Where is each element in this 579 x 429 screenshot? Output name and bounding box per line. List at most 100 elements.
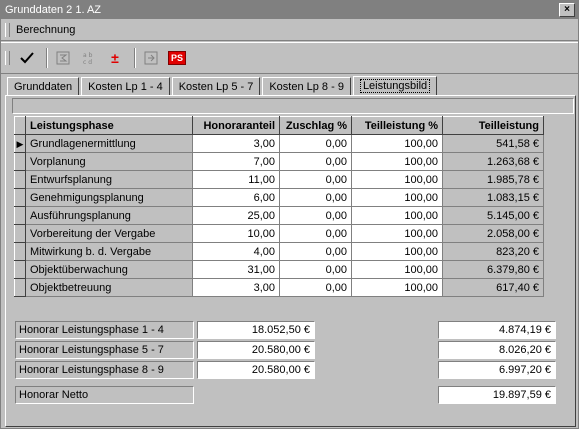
cell-teilleistung-pct[interactable]: 100,00 bbox=[351, 152, 443, 171]
app-window: Grunddaten 2 1. AZ × Berechnung a bc d ±… bbox=[0, 0, 579, 429]
row-indicator bbox=[14, 242, 26, 261]
col-leistungsphase[interactable]: Leistungsphase bbox=[25, 116, 193, 135]
col-teilleistung[interactable]: Teilleistung bbox=[442, 116, 544, 135]
col-teilleistung-pct[interactable]: Teilleistung % bbox=[351, 116, 443, 135]
cell-phase: Ausführungsplanung bbox=[25, 206, 193, 225]
cell-phase: Objektbetreuung bbox=[25, 278, 193, 297]
cell-teilleistung-pct[interactable]: 100,00 bbox=[351, 170, 443, 189]
calc-disabled-icon bbox=[56, 51, 70, 65]
cell-zuschlag[interactable]: 0,00 bbox=[279, 278, 352, 297]
table-row[interactable]: Ausführungsplanung 25,00 0,00 100,00 5.1… bbox=[14, 206, 544, 225]
current-row-indicator: ▶ bbox=[14, 134, 26, 153]
table-row[interactable]: Entwurfsplanung 11,00 0,00 100,00 1.985,… bbox=[14, 170, 544, 189]
export-disabled-icon bbox=[144, 51, 158, 65]
tab-panel: Leistungsphase Honoraranteil Zuschlag % … bbox=[5, 95, 576, 427]
label-honorar-lp-5-7: Honorar Leistungsphase 5 - 7 bbox=[15, 341, 194, 359]
label-honorar-lp-1-4: Honorar Leistungsphase 1 - 4 bbox=[15, 321, 194, 339]
label-honorar-netto: Honorar Netto bbox=[15, 386, 194, 404]
tab-leistungsbild[interactable]: Leistungsbild bbox=[352, 76, 438, 96]
field-honorar-lp-5-7: 8.026,20 € bbox=[438, 341, 556, 359]
toolbar-separator bbox=[46, 48, 48, 68]
edit-disabled-icon: a bc d bbox=[83, 52, 93, 66]
cell-honoraranteil[interactable]: 31,00 bbox=[192, 260, 280, 279]
cell-phase: Vorbereitung der Vergabe bbox=[25, 224, 193, 243]
menu-berechnung[interactable]: Berechnung bbox=[16, 24, 75, 36]
cell-zuschlag[interactable]: 0,00 bbox=[279, 188, 352, 207]
cell-honoraranteil[interactable]: 11,00 bbox=[192, 170, 280, 189]
table-row[interactable]: Genehmigungsplanung 6,00 0,00 100,00 1.0… bbox=[14, 188, 544, 207]
table-row[interactable]: Vorbereitung der Vergabe 10,00 0,00 100,… bbox=[14, 224, 544, 243]
cell-zuschlag[interactable]: 0,00 bbox=[279, 152, 352, 171]
row-indicator bbox=[14, 170, 26, 189]
window-title: Grunddaten 2 1. AZ bbox=[5, 4, 102, 16]
table-row[interactable]: Mitwirkung b. d. Vergabe 4,00 0,00 100,0… bbox=[14, 242, 544, 261]
row-pointer-icon: ▶ bbox=[16, 138, 24, 149]
tab-kosten-lp-8-9[interactable]: Kosten Lp 8 - 9 bbox=[262, 77, 351, 96]
toolbar-grip bbox=[5, 51, 10, 65]
toolbar: a bc d ± PS bbox=[1, 42, 578, 74]
row-indicator bbox=[14, 188, 26, 207]
cell-zuschlag[interactable]: 0,00 bbox=[279, 134, 352, 153]
menu-bar: Berechnung bbox=[1, 20, 578, 41]
ps-button[interactable]: PS bbox=[166, 47, 188, 69]
cell-zuschlag[interactable]: 0,00 bbox=[279, 242, 352, 261]
table-row[interactable]: ▶ Grundlagenermittlung 3,00 0,00 100,00 … bbox=[14, 134, 544, 153]
cell-honoraranteil[interactable]: 6,00 bbox=[192, 188, 280, 207]
cell-teilleistung-pct[interactable]: 100,00 bbox=[351, 260, 443, 279]
field-honorar-netto: 19.897,59 € bbox=[438, 386, 556, 404]
cell-honoraranteil[interactable]: 3,00 bbox=[192, 278, 280, 297]
cell-teilleistung: 617,40 € bbox=[442, 278, 544, 297]
tab-bar: Grunddaten Kosten Lp 1 - 4 Kosten Lp 5 -… bbox=[7, 76, 439, 96]
tab-kosten-lp-5-7[interactable]: Kosten Lp 5 - 7 bbox=[171, 77, 261, 96]
confirm-button[interactable] bbox=[16, 47, 38, 69]
cell-honoraranteil[interactable]: 10,00 bbox=[192, 224, 280, 243]
calc-button[interactable] bbox=[52, 47, 74, 69]
cell-teilleistung-pct[interactable]: 100,00 bbox=[351, 188, 443, 207]
cell-teilleistung: 541,58 € bbox=[442, 134, 544, 153]
toolbar-separator bbox=[134, 48, 136, 68]
field-honorar-lp-8-9: 6.997,20 € bbox=[438, 361, 556, 379]
cell-phase: Vorplanung bbox=[25, 152, 193, 171]
tab-label: Grunddaten bbox=[14, 80, 73, 93]
table-row[interactable]: Objektbetreuung 3,00 0,00 100,00 617,40 … bbox=[14, 278, 544, 297]
cell-teilleistung: 823,20 € bbox=[442, 242, 544, 261]
field-honorar-lp-1-4: 4.874,19 € bbox=[438, 321, 556, 339]
title-bar: Grunddaten 2 1. AZ × bbox=[1, 1, 578, 19]
cell-zuschlag[interactable]: 0,00 bbox=[279, 224, 352, 243]
cell-honoraranteil[interactable]: 4,00 bbox=[192, 242, 280, 261]
svg-text:c d: c d bbox=[83, 59, 92, 66]
tab-label: Kosten Lp 8 - 9 bbox=[269, 80, 344, 93]
cell-teilleistung-pct[interactable]: 100,00 bbox=[351, 206, 443, 225]
row-indicator bbox=[14, 206, 26, 225]
cell-teilleistung-pct[interactable]: 100,00 bbox=[351, 242, 443, 261]
cell-honoraranteil[interactable]: 3,00 bbox=[192, 134, 280, 153]
row-indicator-header bbox=[14, 116, 26, 135]
cell-zuschlag[interactable]: 0,00 bbox=[279, 170, 352, 189]
export-button[interactable] bbox=[140, 47, 162, 69]
cell-zuschlag[interactable]: 0,00 bbox=[279, 206, 352, 225]
cell-teilleistung-pct[interactable]: 100,00 bbox=[351, 134, 443, 153]
cell-teilleistung: 5.145,00 € bbox=[442, 206, 544, 225]
close-icon: × bbox=[564, 4, 570, 15]
cell-honoraranteil[interactable]: 25,00 bbox=[192, 206, 280, 225]
svg-text:a b: a b bbox=[83, 52, 93, 59]
cell-zuschlag[interactable]: 0,00 bbox=[279, 260, 352, 279]
table-header-row: Leistungsphase Honoraranteil Zuschlag % … bbox=[14, 116, 544, 135]
tab-grunddaten[interactable]: Grunddaten bbox=[7, 77, 80, 96]
label-honorar-lp-8-9: Honorar Leistungsphase 8 - 9 bbox=[15, 361, 194, 379]
cell-phase: Objektüberwachung bbox=[25, 260, 193, 279]
col-zuschlag[interactable]: Zuschlag % bbox=[279, 116, 352, 135]
field-honorar-lp-1-4-basis: 18.052,50 € bbox=[197, 321, 315, 339]
cell-honoraranteil[interactable]: 7,00 bbox=[192, 152, 280, 171]
close-button[interactable]: × bbox=[559, 3, 575, 17]
tab-kosten-lp-1-4[interactable]: Kosten Lp 1 - 4 bbox=[81, 77, 170, 96]
cell-teilleistung-pct[interactable]: 100,00 bbox=[351, 278, 443, 297]
cell-phase: Grundlagenermittlung bbox=[25, 134, 193, 153]
col-honoraranteil[interactable]: Honoraranteil bbox=[192, 116, 280, 135]
edit-button[interactable]: a bc d bbox=[78, 47, 100, 69]
table-row[interactable]: Objektüberwachung 31,00 0,00 100,00 6.37… bbox=[14, 260, 544, 279]
cell-teilleistung-pct[interactable]: 100,00 bbox=[351, 224, 443, 243]
checkmark-icon bbox=[20, 52, 34, 64]
plus-minus-button[interactable]: ± bbox=[104, 47, 126, 69]
table-row[interactable]: Vorplanung 7,00 0,00 100,00 1.263,68 € bbox=[14, 152, 544, 171]
